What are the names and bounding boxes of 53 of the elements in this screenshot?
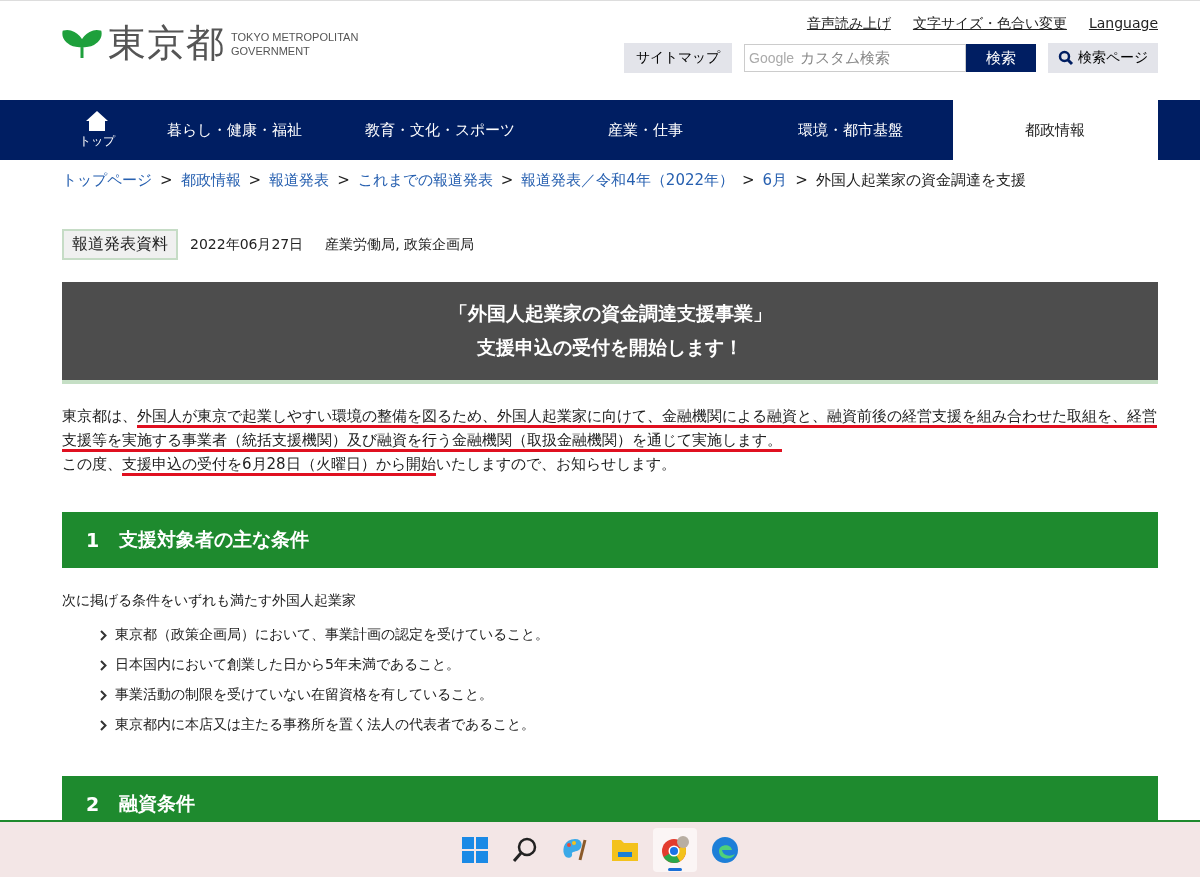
section-heading: 1 支援対象者の主な条件 [62,512,1158,568]
release-date: 2022年06月27日 [190,235,304,254]
breadcrumb-current: 外国人起業家の資金調達を支援 [815,171,1026,191]
condition-item: 事業活動の制限を受けていない在留資格を有していること。 [115,686,493,704]
breadcrumb-separator: > [795,171,808,191]
condition-item: 日本国内において創業した日から5年未満であること。 [115,656,460,674]
breadcrumb-link[interactable]: 6月 [762,171,788,201]
nav-tab[interactable]: 暮らし・健康・福祉 [132,100,338,160]
breadcrumb-link[interactable]: 報道発表／令和4年（2022年） [521,171,735,201]
nav-tab[interactable]: 環境・都市基盤 [747,100,953,160]
edge-browser-icon[interactable] [711,835,739,864]
breadcrumb-separator: > [337,171,350,191]
logo-text[interactable]: 東京都 [108,18,225,69]
section-heading: 2 融資条件 [62,776,1158,820]
breadcrumb-separator: > [160,171,173,191]
sitemap-button[interactable]: サイトマップ [624,43,732,73]
breadcrumb-separator: > [500,171,514,191]
nav-tab[interactable]: 教育・文化・スポーツ [337,100,543,160]
windows-start-icon[interactable] [461,835,489,864]
chevron-icon [100,659,107,671]
house-icon [85,110,109,132]
nav-tab[interactable]: 都政情報 [952,100,1158,160]
search-button[interactable]: 検索 [966,44,1036,72]
press-release-tag: 報道発表資料 [62,229,178,260]
breadcrumb-link[interactable]: これまでの報道発表 [357,171,493,201]
search-icon[interactable] [512,836,538,863]
header-link[interactable]: 文字サイズ・色合い変更 [912,15,1067,33]
chevron-icon [100,689,107,701]
breadcrumb-separator: > [248,171,262,191]
search-page-button[interactable]: 検索ページ [1048,43,1158,73]
condition-item: 東京都内に本店又は主たる事務所を置く法人の代表者であること。 [115,716,535,734]
folder-icon[interactable] [611,837,639,862]
browser-icon[interactable] [660,834,690,865]
logo-subtitle: TOKYO METROPOLITAN GOVERNMENT [231,29,359,58]
section-lead: 次に掲げる条件をいずれも満たす外国人起業家 [62,592,357,610]
breadcrumb-link[interactable]: トップページ [62,171,152,201]
title-line: 「外国人起業家の資金調達支援事業」 [448,301,772,326]
intro-paragraph: この度、支援申込の受付を6月28日（火曜日）から開始いたしますので、お知らせします。 [62,452,1158,476]
chevron-icon [100,629,107,641]
home-tab[interactable]: トップ [62,100,132,160]
nav-tab[interactable]: 産業・仕事 [542,100,748,160]
bureau-names: 産業労働局, 政策企画局 [325,235,475,254]
intro-paragraph: 東京都は、外国人が東京で起業しやすい環境の整備を図るため、外国人起業家に向けて、金融機関による融資と、融資前後の経営支援を組み合わせた取組を、経営支援等を実施する事業者（統括支援機関）及び融資を行う金融機関（取扱金融機関）を通じて実施します。 [62,404,1158,452]
breadcrumb-separator: > [742,171,755,191]
breadcrumb-link[interactable]: 報道発表 [269,171,330,201]
breadcrumb-link[interactable]: 都政情報 [180,171,241,201]
title-line: 支援申込の受付を開始します！ [477,335,743,360]
chevron-icon [100,719,107,731]
header-link[interactable]: Language [1088,15,1158,33]
google-brand-label: Google [749,50,795,66]
condition-item: 東京都（政策企画局）において、事業計画の認定を受けていること。 [115,626,549,644]
header-link[interactable]: 音声読み上げ [806,15,891,33]
search-icon [1058,50,1074,66]
